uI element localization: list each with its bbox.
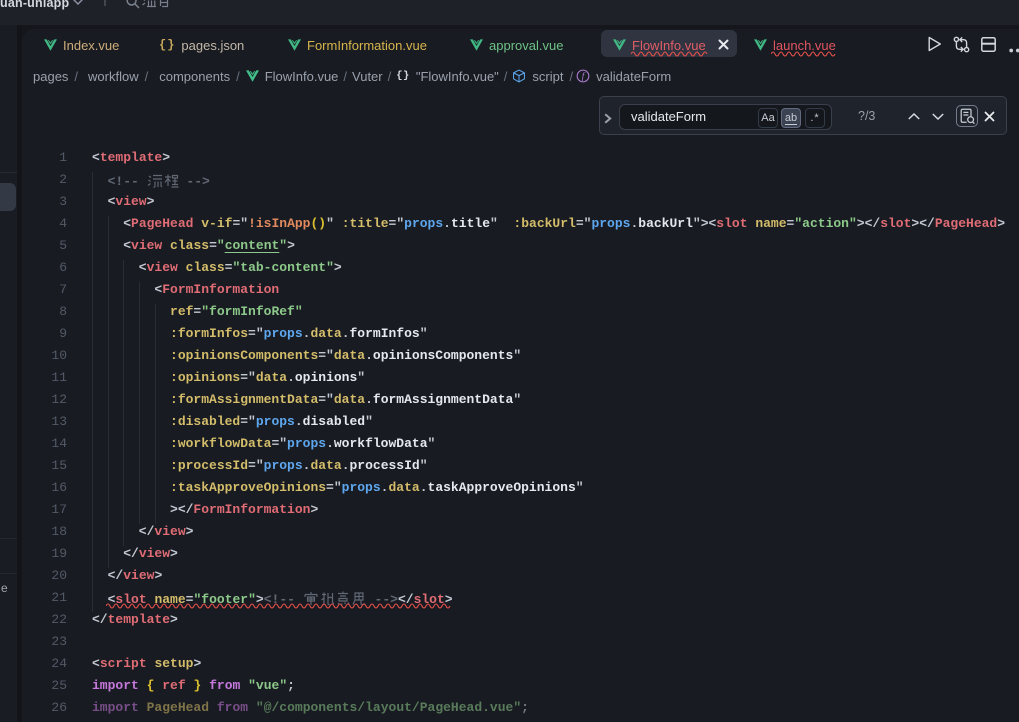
svg-text:f: f	[582, 71, 586, 81]
